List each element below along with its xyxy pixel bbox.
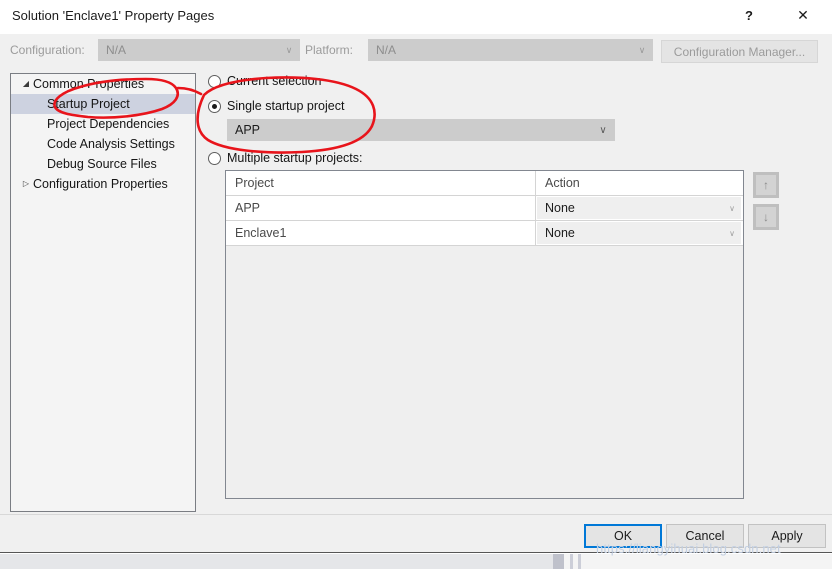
configuration-dropdown[interactable]: N/A ∨ (98, 39, 300, 61)
radio-single-startup-project[interactable]: Single startup project (208, 99, 344, 113)
properties-tree[interactable]: ◢ Common Properties Startup Project Proj… (10, 73, 196, 512)
help-button[interactable]: ? (726, 0, 772, 30)
table-row[interactable]: Enclave1 None ∨ (226, 221, 743, 246)
configuration-value: N/A (106, 43, 127, 57)
expander-collapse-icon[interactable]: ◢ (19, 80, 33, 88)
close-icon: ✕ (797, 7, 809, 23)
configuration-label: Configuration: (10, 43, 85, 57)
close-button[interactable]: ✕ (780, 0, 826, 30)
column-header-project[interactable]: Project (226, 171, 536, 195)
cell-action-dropdown[interactable]: None ∨ (537, 197, 741, 219)
background-segment (570, 554, 573, 569)
tree-item-configuration-properties[interactable]: ▷ Configuration Properties (11, 174, 195, 194)
tree-item-label: Configuration Properties (33, 177, 168, 191)
platform-dropdown[interactable]: N/A ∨ (368, 39, 653, 61)
ok-button[interactable]: OK (584, 524, 662, 548)
tree-item-project-dependencies[interactable]: Project Dependencies (11, 114, 195, 134)
background-window-strip (0, 554, 832, 569)
radio-current-selection-label: Current selection (227, 74, 322, 88)
arrow-down-icon: ↓ (756, 207, 776, 227)
table-row[interactable]: APP None ∨ (226, 196, 743, 221)
move-up-button[interactable]: ↑ (753, 172, 779, 198)
tree-item-startup-project[interactable]: Startup Project (11, 94, 195, 114)
chevron-down-icon: ∨ (729, 228, 735, 238)
cell-action-value: None (545, 226, 575, 240)
cell-project-name: APP (226, 196, 536, 220)
tree-item-debug-source-files[interactable]: Debug Source Files (11, 154, 195, 174)
grid-header-row: Project Action (226, 171, 743, 196)
cell-action-value: None (545, 201, 575, 215)
chevron-down-icon: ∨ (729, 203, 735, 213)
tree-item-label: Startup Project (47, 97, 130, 111)
title-bar: Solution 'Enclave1' Property Pages ? ✕ (0, 0, 832, 34)
startup-projects-grid[interactable]: Project Action APP None ∨ Enclave1 None … (225, 170, 744, 499)
help-icon: ? (745, 7, 753, 23)
radio-icon[interactable] (208, 151, 221, 165)
footer-divider (0, 514, 832, 515)
tree-item-common-properties[interactable]: ◢ Common Properties (11, 74, 195, 94)
tree-item-label: Common Properties (33, 77, 145, 91)
platform-label: Platform: (305, 43, 354, 57)
window-title: Solution 'Enclave1' Property Pages (12, 8, 215, 23)
tree-item-code-analysis-settings[interactable]: Code Analysis Settings (11, 134, 195, 154)
chevron-down-icon: ∨ (599, 124, 607, 136)
chevron-down-icon: ∨ (285, 44, 293, 55)
radio-icon-selected[interactable] (208, 99, 221, 113)
cell-project-name: Enclave1 (226, 221, 536, 245)
radio-single-startup-label: Single startup project (227, 99, 345, 113)
move-down-button[interactable]: ↓ (753, 204, 779, 230)
expander-expand-icon[interactable]: ▷ (19, 180, 33, 188)
apply-button[interactable]: Apply (748, 524, 826, 548)
configuration-manager-button[interactable]: Configuration Manager... (661, 40, 818, 63)
tree-item-label: Code Analysis Settings (47, 137, 175, 151)
radio-multiple-startup-projects[interactable]: Multiple startup projects: (208, 151, 362, 165)
background-segment (553, 554, 564, 569)
cell-action-dropdown[interactable]: None ∨ (537, 222, 741, 244)
single-startup-project-dropdown[interactable]: APP ∨ (227, 119, 615, 141)
column-header-action[interactable]: Action (536, 171, 743, 195)
chevron-down-icon: ∨ (638, 44, 646, 55)
cancel-button[interactable]: Cancel (666, 524, 744, 548)
radio-current-selection[interactable]: Current selection (208, 74, 322, 88)
tree-item-label: Project Dependencies (47, 117, 170, 131)
platform-value: N/A (376, 43, 397, 57)
radio-multiple-startup-label: Multiple startup projects: (227, 151, 363, 165)
arrow-up-icon: ↑ (756, 175, 776, 195)
radio-icon[interactable] (208, 74, 221, 88)
background-segment (0, 554, 553, 569)
background-segment (578, 554, 581, 569)
property-pages-dialog: Solution 'Enclave1' Property Pages ? ✕ C… (0, 0, 832, 553)
single-startup-project-value: APP (235, 123, 261, 137)
tree-item-label: Debug Source Files (47, 157, 157, 171)
